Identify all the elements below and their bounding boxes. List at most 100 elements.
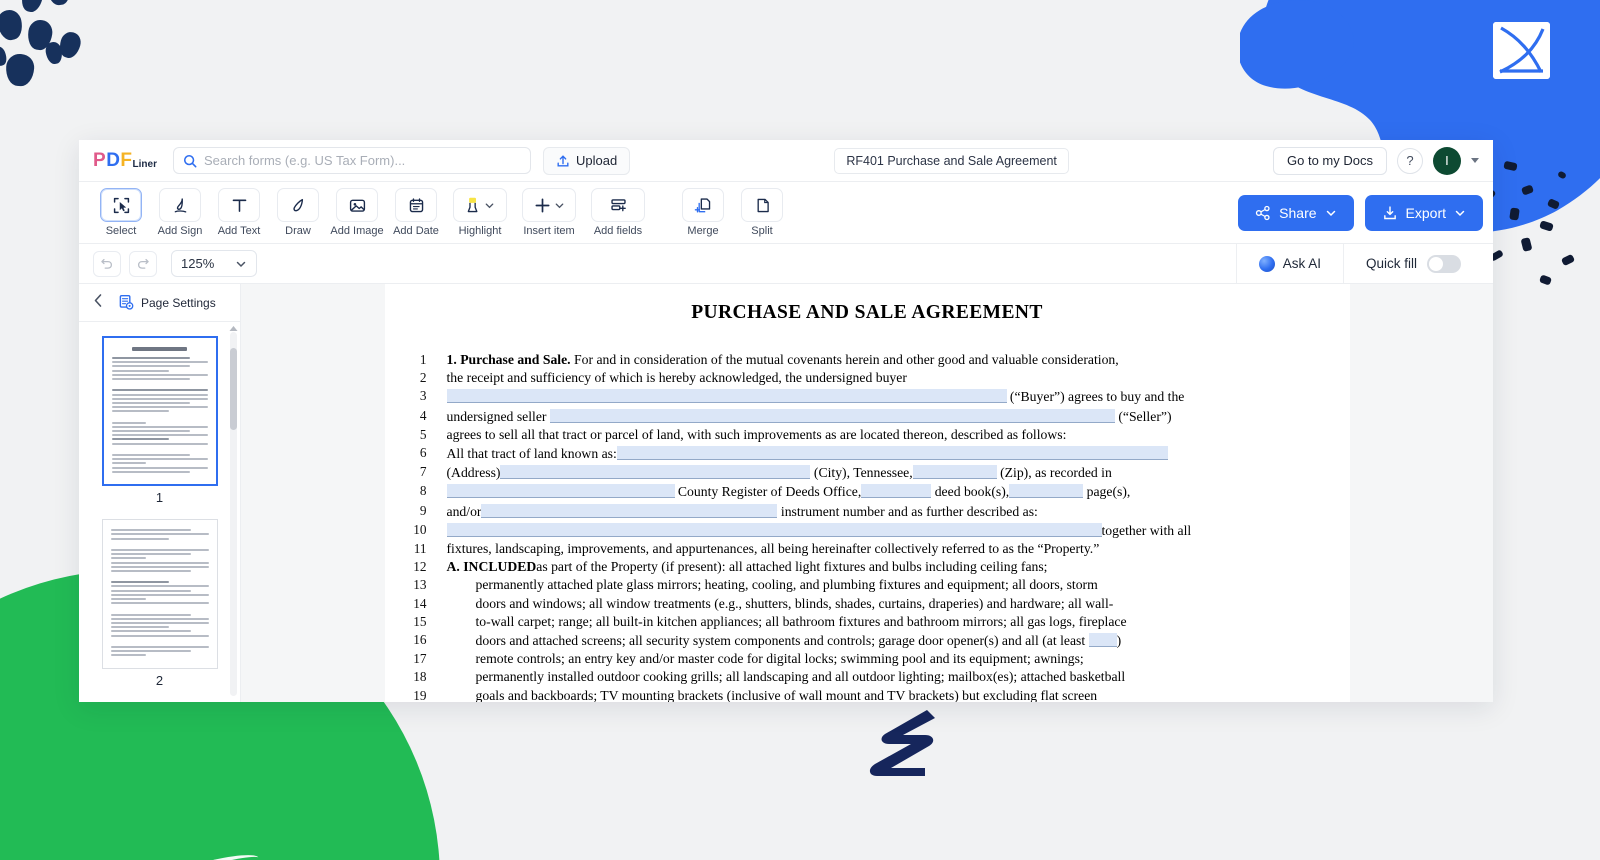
zoom-level-value: 125% (181, 256, 215, 271)
tool-split-label: Split (751, 225, 773, 237)
tool-add-text[interactable]: Add Text (211, 188, 267, 237)
zoom-level-select[interactable]: 125% (171, 250, 257, 277)
tool-select[interactable]: Select (93, 188, 149, 237)
tool-add-date[interactable]: Add Date (388, 188, 444, 237)
form-field[interactable] (1009, 484, 1084, 499)
logo-letter-p: P (93, 149, 106, 171)
share-chevron-down-icon (1326, 210, 1335, 216)
line-emphasis: INCLUDED (463, 559, 537, 575)
avatar[interactable]: I (1432, 146, 1461, 175)
form-field[interactable] (481, 503, 778, 518)
sidebar-collapse-button[interactable] (89, 293, 108, 313)
document-line: 17 remote controls; an entry key and/or m… (407, 650, 1306, 668)
tool-merge[interactable]: Merge (675, 188, 731, 237)
line-content: goals and backboards; TV mounting bracke… (447, 687, 1306, 702)
form-field[interactable] (446, 389, 1007, 404)
quick-fill-label: Quick fill (1365, 256, 1417, 271)
tool-add-date-box (395, 188, 437, 222)
document-line: 15 to-wall carpet; range; all built-in ki… (407, 613, 1306, 631)
account-chevron-down-icon[interactable] (1470, 158, 1479, 163)
document-line: 19 goals and backboards; TV mounting brac… (407, 687, 1306, 702)
page-thumbnail-1[interactable] (101, 336, 218, 486)
line-content: doors and attached screens; all security… (447, 631, 1306, 650)
pdfliner-logo[interactable]: P D F Liner (93, 150, 157, 172)
line-text: permanently installed outdoor cooking gr… (475, 669, 1126, 685)
document-line: 11 fixtures, landscaping, improvements, a… (407, 540, 1306, 558)
upload-button[interactable]: Upload (542, 146, 631, 175)
scroll-up-arrow-icon[interactable] (228, 324, 239, 333)
chevron-left-icon (94, 293, 102, 307)
form-field[interactable] (446, 484, 675, 499)
tool-add-image[interactable]: Add Image (329, 188, 385, 237)
help-button[interactable]: ? (1396, 147, 1423, 174)
line-number: 19 (413, 687, 427, 702)
document-line: 14 doors and windows; all window treatmen… (407, 595, 1306, 613)
redo-icon (137, 258, 149, 269)
line-text: (“Seller”) (1114, 408, 1172, 424)
document-viewer[interactable]: PURCHASE AND SALE AGREEMENT 1 1. Purchase… (241, 284, 1493, 702)
form-field[interactable] (861, 484, 932, 499)
document-name-chip[interactable]: RF401 Purchase and Sale Agreement (834, 147, 1069, 174)
line-content: doors and windows; all window treatments… (447, 595, 1306, 613)
tool-add-image-label: Add Image (330, 225, 384, 237)
quick-fill-control[interactable]: Quick fill (1342, 244, 1479, 283)
toolbar-actions: Share Export (1238, 194, 1483, 231)
line-content: 1. Purchase and Sale. For and in conside… (447, 351, 1306, 369)
tool-bar: Select Add Sign Add Text Draw Add Image … (79, 182, 1493, 244)
tool-add-sign[interactable]: Add Sign (152, 188, 208, 237)
line-number: 11 (413, 541, 427, 557)
sidebar-scrollbar-thumb[interactable] (230, 348, 237, 430)
line-number: 14 (413, 595, 427, 611)
undo-button[interactable] (93, 250, 121, 277)
insert-item-chevron-down-icon (555, 202, 563, 208)
form-field[interactable] (446, 522, 1102, 537)
share-button[interactable]: Share (1238, 194, 1354, 231)
form-field[interactable] (912, 465, 997, 480)
line-text: the receipt and sufficiency of which is … (446, 370, 907, 386)
line-number: 1 (419, 352, 427, 367)
quick-fill-toggle[interactable] (1427, 254, 1461, 273)
tool-insert-item-label: Insert item (523, 225, 575, 237)
export-button[interactable]: Export (1364, 194, 1483, 231)
document-line: 2 the receipt and sufficiency of which is… (407, 369, 1306, 387)
tool-highlight[interactable]: Highlight (447, 188, 513, 237)
form-field[interactable] (500, 465, 811, 480)
search-input[interactable] (203, 153, 521, 168)
decorative-navy-zigzag (869, 710, 935, 776)
line-content: permanently attached plate glass mirrors… (447, 576, 1306, 594)
go-to-my-docs-button[interactable]: Go to my Docs (1273, 146, 1387, 175)
page-number-1: 1 (155, 490, 164, 505)
line-emphasis: A. (446, 559, 460, 575)
search-icon (183, 154, 197, 167)
redo-button[interactable] (129, 250, 157, 277)
undo-icon (101, 258, 113, 269)
form-field[interactable] (1088, 633, 1117, 648)
line-content: the receipt and sufficiency of which is … (447, 369, 1306, 387)
document-line: 16 doors and attached screens; all securi… (407, 631, 1306, 650)
tool-draw-box (277, 188, 319, 222)
tool-insert-item[interactable]: Insert item (516, 188, 582, 237)
tool-draw[interactable]: Draw (270, 188, 326, 237)
search-box[interactable] (172, 147, 531, 174)
line-text: (“Buyer”) agrees to buy and the (1006, 389, 1185, 405)
export-download-icon (1383, 205, 1396, 219)
pdfliner-logo-mark (1493, 22, 1550, 79)
split-pages-icon (757, 198, 769, 212)
merge-pages-icon (694, 197, 710, 213)
line-content: remote controls; an entry key and/or mas… (447, 650, 1306, 668)
document-line: 7 (Address) (City), Tennessee, (Zip), as … (407, 463, 1306, 482)
tool-split[interactable]: Split (734, 188, 790, 237)
line-text: page(s), (1083, 484, 1131, 500)
line-emphasis: 1. (446, 352, 457, 367)
ask-ai-button[interactable]: Ask AI (1235, 244, 1343, 283)
document-line: 6 All that tract of land known as: (407, 444, 1306, 463)
image-icon (349, 199, 365, 212)
top-bar-right-group: Go to my Docs ? I (1273, 146, 1479, 175)
form-field[interactable] (549, 408, 1115, 423)
tool-add-fields[interactable]: Add fields (585, 188, 651, 237)
page-thumbnail-2[interactable] (101, 519, 218, 669)
tool-highlight-box (453, 188, 507, 222)
page-settings-button[interactable]: Page Settings (118, 294, 216, 311)
form-field[interactable] (616, 446, 1168, 461)
line-number: 15 (413, 613, 427, 629)
